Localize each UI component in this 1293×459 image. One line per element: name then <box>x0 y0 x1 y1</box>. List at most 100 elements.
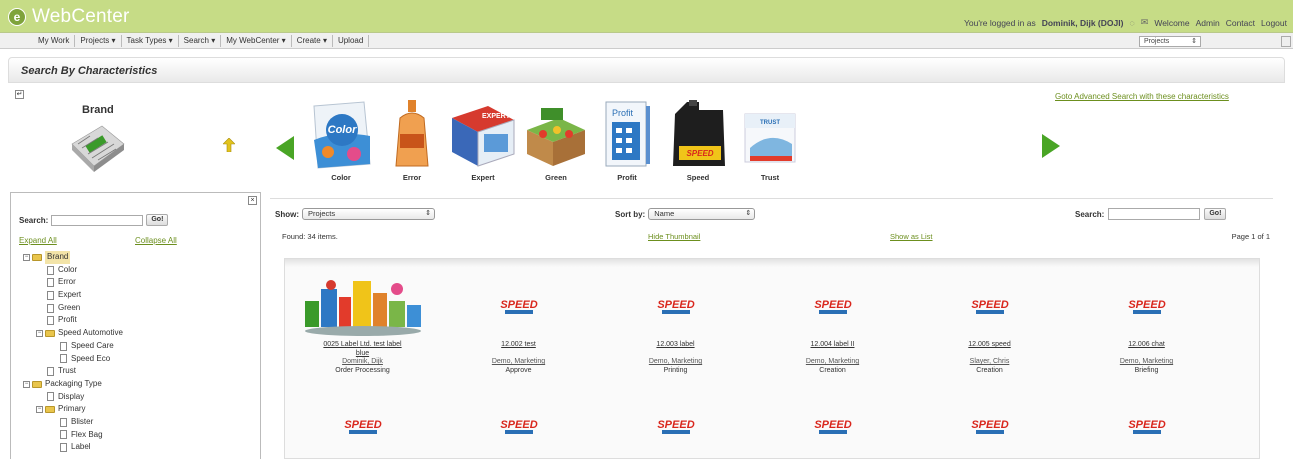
quick-search-go-button[interactable] <box>1281 36 1291 47</box>
result-thumbnail[interactable]: SPEED <box>441 395 596 459</box>
results-search-input[interactable] <box>1108 208 1201 220</box>
result-owner[interactable]: Demo, Marketing <box>598 358 753 367</box>
tree-node[interactable]: − Primary <box>23 403 123 416</box>
level-up-arrow-icon[interactable] <box>223 138 235 152</box>
tree-node[interactable]: Label <box>23 441 123 454</box>
result-item[interactable]: 0025 Label Ltd. test label blue Dominik, D… <box>285 275 440 375</box>
sort-select[interactable]: Name ⇕ <box>648 208 756 220</box>
result-thumbnail[interactable]: SPEED <box>1069 275 1224 339</box>
result-thumbnail[interactable]: SPEED <box>598 275 753 339</box>
menu-projects[interactable]: Projects ▾ <box>75 34 122 47</box>
tree-node[interactable]: − Packaging Type <box>23 378 123 391</box>
quick-search-scope-select[interactable]: Projects ⇕ <box>1139 36 1201 47</box>
tree-node[interactable]: Speed Eco <box>23 353 123 366</box>
tree-node[interactable]: Trust <box>23 365 123 378</box>
carousel-item-error[interactable]: Error <box>377 100 447 182</box>
carousel-item-color[interactable]: Color Color <box>306 100 376 182</box>
result-thumbnail[interactable]: SPEED <box>1069 395 1224 459</box>
results-count: Found: 34 items. <box>282 232 338 241</box>
carousel-item-profit[interactable]: Profit Profit <box>592 100 662 182</box>
tree-node[interactable]: − Speed Automotive <box>23 327 123 340</box>
tree-toggle-icon[interactable]: − <box>36 329 43 337</box>
menu-task-types[interactable]: Task Types ▾ <box>122 34 179 47</box>
tree-node[interactable]: Blister <box>23 416 123 429</box>
carousel-item-expert[interactable]: EXPERT Expert <box>448 100 518 182</box>
menu-my-work[interactable]: My Work <box>33 34 76 47</box>
result-name-link[interactable]: 12.004 label II <box>755 341 910 350</box>
mail-icon[interactable]: ✉ <box>1141 17 1149 28</box>
result-thumbnail[interactable]: SPEED <box>285 395 440 459</box>
result-item[interactable]: SPEED 12.004 label II Demo, Marketing Creat… <box>755 275 910 375</box>
result-owner[interactable]: Demo, Marketing <box>1069 358 1224 367</box>
hide-thumbnail-link[interactable]: Hide Thumbnail <box>648 232 700 241</box>
result-name-link[interactable]: 12.005 speed <box>912 341 1067 350</box>
header-link-contact[interactable]: Contact <box>1226 18 1255 28</box>
result-thumbnail[interactable]: SPEED <box>912 395 1067 459</box>
result-item[interactable]: SPEED <box>755 395 910 459</box>
result-thumbnail[interactable]: SPEED <box>755 395 910 459</box>
result-item[interactable]: SPEED <box>1069 395 1224 459</box>
result-item[interactable]: SPEED <box>598 395 753 459</box>
show-as-list-link[interactable]: Show as List <box>890 232 933 241</box>
refresh-icon[interactable]: ◌ <box>1129 18 1134 28</box>
result-owner[interactable]: Demo, Marketing <box>755 358 910 367</box>
result-owner[interactable]: Slayer, Chris <box>912 358 1067 367</box>
expand-all-link[interactable]: Expand All <box>19 236 57 245</box>
result-thumbnail[interactable]: SPEED <box>912 275 1067 339</box>
app-logo[interactable]: e WebCenter <box>8 6 130 28</box>
result-owner[interactable]: Dominik, Dijk <box>285 358 440 367</box>
result-item[interactable]: SPEED 12.003 label Demo, Marketing Printing <box>598 275 753 375</box>
tree-node[interactable]: Green <box>23 302 123 315</box>
tree-search-go-button[interactable]: Go! <box>146 214 169 226</box>
tree-node[interactable]: Profit <box>23 314 123 327</box>
document-icon <box>47 265 54 275</box>
header-link-logout[interactable]: Logout <box>1261 18 1287 28</box>
result-item[interactable]: SPEED 12.005 speed Slayer, Chris Creation <box>912 275 1067 375</box>
result-item[interactable]: SPEED <box>912 395 1067 459</box>
result-thumbnail[interactable]: SPEED <box>598 395 753 459</box>
result-owner[interactable]: Demo, Marketing <box>441 358 596 367</box>
tree-toggle-icon[interactable]: − <box>36 406 43 414</box>
menu-create[interactable]: Create ▾ <box>292 34 333 47</box>
tree-node[interactable]: Color <box>23 264 123 277</box>
results-search-go-button[interactable]: Go! <box>1204 208 1227 220</box>
sort-select-value: Name <box>654 209 675 218</box>
result-thumbnail[interactable] <box>285 275 440 339</box>
tree-node[interactable]: Flex Bag <box>23 429 123 442</box>
advanced-search-link[interactable]: Goto Advanced Search with these characte… <box>1055 92 1229 101</box>
collapse-all-link[interactable]: Collapse All <box>135 236 177 245</box>
collapse-panel-button[interactable]: ↵ <box>15 90 24 99</box>
tree-node[interactable]: Speed Care <box>23 340 123 353</box>
result-thumbnail[interactable]: SPEED <box>441 275 596 339</box>
result-item[interactable]: SPEED 12.002 test Demo, Marketing Approve <box>441 275 596 375</box>
result-name-link[interactable]: 12.006 chat <box>1069 341 1224 350</box>
select-arrow-icon: ⇕ <box>1191 38 1197 45</box>
close-tree-button[interactable]: × <box>248 196 257 205</box>
tree-node[interactable]: Expert <box>23 289 123 302</box>
result-thumbnail[interactable]: SPEED <box>755 275 910 339</box>
tree-node[interactable]: Error <box>23 276 123 289</box>
menu-my-webcenter[interactable]: My WebCenter ▾ <box>221 34 292 47</box>
result-name-continued[interactable]: blue <box>285 350 440 359</box>
tree-toggle-icon[interactable]: − <box>23 380 30 388</box>
carousel-prev-arrow-icon[interactable] <box>276 136 294 160</box>
carousel-item-speed[interactable]: SPEED Speed <box>663 100 733 182</box>
header-link-admin[interactable]: Admin <box>1196 18 1220 28</box>
tree-search-input[interactable] <box>51 214 144 226</box>
tree-node[interactable]: − Brand <box>23 251 123 264</box>
tree-node[interactable]: Display <box>23 391 123 404</box>
carousel-item-trust[interactable]: TRUST Trust <box>735 100 805 182</box>
result-item[interactable]: SPEED <box>441 395 596 459</box>
show-select[interactable]: Projects ⇕ <box>302 208 435 220</box>
header-link-welcome[interactable]: Welcome <box>1154 18 1189 28</box>
carousel-item-green[interactable]: Green <box>521 100 591 182</box>
carousel-next-arrow-icon[interactable] <box>1042 134 1060 158</box>
tree-toggle-icon[interactable]: − <box>23 253 30 261</box>
result-item[interactable]: SPEED 12.006 chat Demo, Marketing Briefing <box>1069 275 1224 375</box>
menu-search[interactable]: Search ▾ <box>179 34 222 47</box>
result-name-link[interactable]: 0025 Label Ltd. test label <box>285 341 440 350</box>
result-item[interactable]: SPEED <box>285 395 440 459</box>
result-name-link[interactable]: 12.003 label <box>598 341 753 350</box>
result-name-link[interactable]: 12.002 test <box>441 341 596 350</box>
menu-upload[interactable]: Upload <box>333 34 370 47</box>
